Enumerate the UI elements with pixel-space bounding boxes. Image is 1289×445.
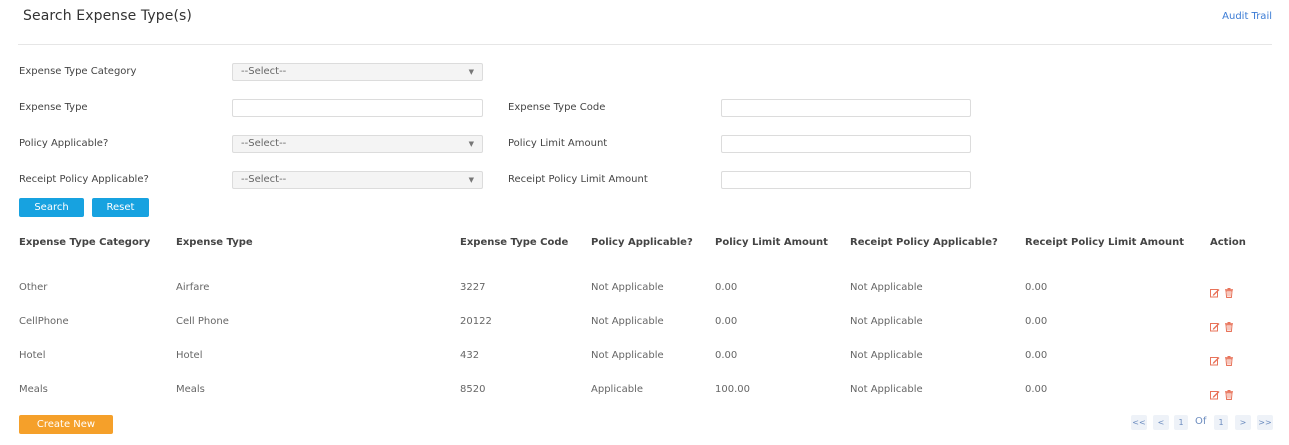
edit-icon[interactable] bbox=[1210, 351, 1220, 366]
cell-policy-limit-amount: 0.00 bbox=[715, 350, 738, 361]
cell-expense-type: Meals bbox=[176, 384, 205, 395]
cell-receipt-policy-limit-amount: 0.00 bbox=[1025, 316, 1048, 327]
total-pages-box: 1 bbox=[1214, 415, 1228, 430]
cell-policy-applicable: Not Applicable bbox=[591, 282, 664, 293]
last-page-button[interactable]: >> bbox=[1257, 415, 1273, 430]
delete-icon[interactable] bbox=[1224, 283, 1234, 298]
receipt-policy-limit-amount-input[interactable] bbox=[721, 171, 971, 189]
cell-expense-type-code: 20122 bbox=[460, 316, 492, 327]
delete-icon[interactable] bbox=[1224, 351, 1234, 366]
receipt-policy-applicable-select[interactable]: --Select-- ▼ bbox=[232, 171, 483, 189]
next-page-button[interactable]: > bbox=[1235, 415, 1251, 430]
edit-icon[interactable] bbox=[1210, 385, 1220, 400]
cell-expense-type: Hotel bbox=[176, 350, 203, 361]
column-header-expense-type-category[interactable]: Expense Type Category bbox=[19, 237, 150, 248]
column-header-expense-type[interactable]: Expense Type bbox=[176, 237, 253, 248]
expense-type-category-select[interactable]: --Select-- ▼ bbox=[232, 63, 483, 81]
policy-applicable-select[interactable]: --Select-- ▼ bbox=[232, 135, 483, 153]
cell-receipt-policy-applicable: Not Applicable bbox=[850, 350, 923, 361]
expense-type-category-label: Expense Type Category bbox=[19, 66, 137, 77]
cell-receipt-policy-limit-amount: 0.00 bbox=[1025, 350, 1048, 361]
reset-button[interactable]: Reset bbox=[92, 198, 149, 217]
cell-policy-limit-amount: 100.00 bbox=[715, 384, 750, 395]
column-header-policy-applicable[interactable]: Policy Applicable? bbox=[591, 237, 693, 248]
edit-icon[interactable] bbox=[1210, 283, 1220, 298]
column-header-action: Action bbox=[1210, 237, 1246, 248]
expense-type-label: Expense Type bbox=[19, 102, 88, 113]
cell-expense-type: Airfare bbox=[176, 282, 210, 293]
cell-expense-type-code: 8520 bbox=[460, 384, 486, 395]
edit-icon[interactable] bbox=[1210, 317, 1220, 332]
chevron-down-icon: ▼ bbox=[468, 68, 474, 76]
column-header-receipt-policy-limit-amount[interactable]: Receipt Policy Limit Amount bbox=[1025, 237, 1184, 248]
policy-limit-amount-input[interactable] bbox=[721, 135, 971, 153]
cell-receipt-policy-applicable: Not Applicable bbox=[850, 384, 923, 395]
cell-expense-type-category: Other bbox=[19, 282, 48, 293]
cell-policy-limit-amount: 0.00 bbox=[715, 316, 738, 327]
delete-icon[interactable] bbox=[1224, 385, 1234, 400]
cell-expense-type-category: Hotel bbox=[19, 350, 46, 361]
audit-trail-link[interactable]: Audit Trail bbox=[1222, 11, 1272, 22]
cell-receipt-policy-applicable: Not Applicable bbox=[850, 282, 923, 293]
receipt-policy-applicable-label: Receipt Policy Applicable? bbox=[19, 174, 149, 185]
cell-receipt-policy-limit-amount: 0.00 bbox=[1025, 384, 1048, 395]
cell-policy-limit-amount: 0.00 bbox=[715, 282, 738, 293]
cell-expense-type-code: 432 bbox=[460, 350, 480, 361]
chevron-down-icon: ▼ bbox=[468, 140, 474, 148]
receipt-policy-limit-amount-label: Receipt Policy Limit Amount bbox=[508, 174, 648, 185]
policy-applicable-label: Policy Applicable? bbox=[19, 138, 109, 149]
previous-page-button[interactable]: < bbox=[1153, 415, 1169, 430]
cell-receipt-policy-applicable: Not Applicable bbox=[850, 316, 923, 327]
expense-type-category-select-value: --Select-- bbox=[241, 66, 287, 77]
first-page-button[interactable]: << bbox=[1131, 415, 1147, 430]
page-title: Search Expense Type(s) bbox=[23, 8, 192, 24]
cell-policy-applicable: Not Applicable bbox=[591, 316, 664, 327]
chevron-down-icon: ▼ bbox=[468, 176, 474, 184]
expense-type-code-input[interactable] bbox=[721, 99, 971, 117]
cell-expense-type-code: 3227 bbox=[460, 282, 486, 293]
policy-applicable-select-value: --Select-- bbox=[241, 138, 287, 149]
expense-type-code-label: Expense Type Code bbox=[508, 102, 606, 113]
policy-limit-amount-label: Policy Limit Amount bbox=[508, 138, 608, 149]
cell-expense-type-category: Meals bbox=[19, 384, 48, 395]
search-button[interactable]: Search bbox=[19, 198, 84, 217]
cell-receipt-policy-limit-amount: 0.00 bbox=[1025, 282, 1048, 293]
receipt-policy-applicable-select-value: --Select-- bbox=[241, 174, 287, 185]
column-header-receipt-policy-applicable[interactable]: Receipt Policy Applicable? bbox=[850, 237, 998, 248]
current-page-box[interactable]: 1 bbox=[1174, 415, 1188, 430]
header-divider bbox=[18, 44, 1272, 45]
column-header-expense-type-code[interactable]: Expense Type Code bbox=[460, 237, 568, 248]
cell-policy-applicable: Applicable bbox=[591, 384, 643, 395]
create-new-button[interactable]: Create New bbox=[19, 415, 113, 434]
cell-expense-type: Cell Phone bbox=[176, 316, 229, 327]
column-header-policy-limit-amount[interactable]: Policy Limit Amount bbox=[715, 237, 828, 248]
delete-icon[interactable] bbox=[1224, 317, 1234, 332]
page-of-label: Of bbox=[1195, 416, 1207, 427]
cell-expense-type-category: CellPhone bbox=[19, 316, 69, 327]
cell-policy-applicable: Not Applicable bbox=[591, 350, 664, 361]
expense-type-input[interactable] bbox=[232, 99, 483, 117]
